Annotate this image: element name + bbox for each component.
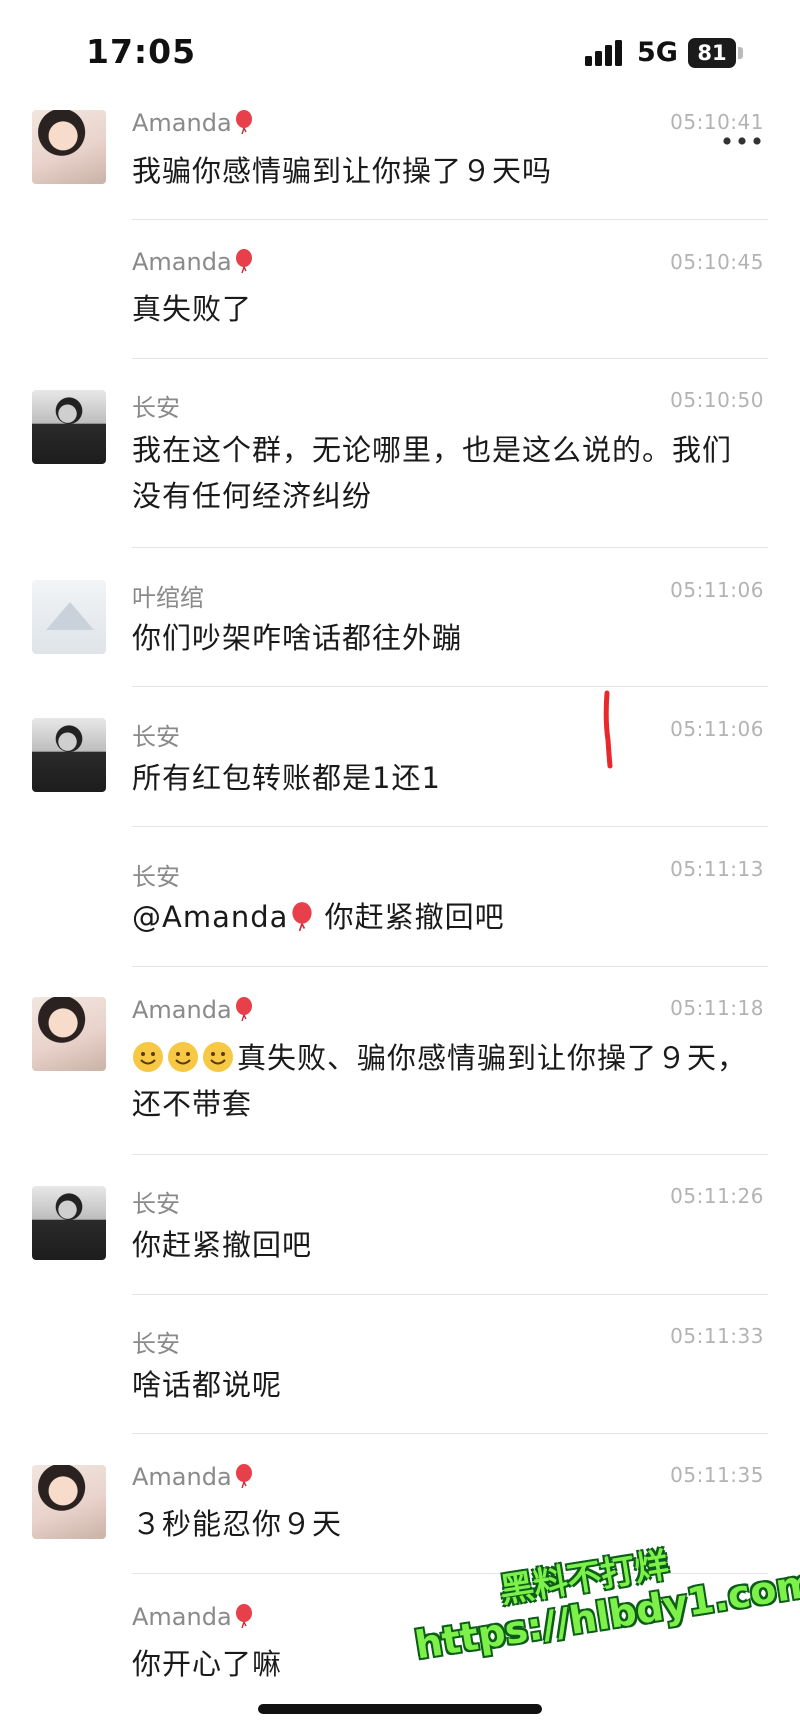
- avatar-amanda[interactable]: [32, 110, 106, 184]
- divider: [132, 1154, 768, 1155]
- sender-name: 叶绾绾: [132, 584, 204, 612]
- sender-name: Amanda: [132, 248, 254, 276]
- message-text: 真失败、骗你感情骗到让你操了９天，还不带套: [132, 1041, 748, 1121]
- timestamp: 05:11:06: [670, 717, 764, 741]
- smile-emoji-icon: [203, 1042, 233, 1072]
- message-text: 你赶紧撤回吧: [132, 1228, 313, 1262]
- timestamp: 05:11:06: [670, 578, 764, 602]
- smile-emoji-icon: [133, 1042, 163, 1072]
- watermark: 黑料不打烊 https://hlbdy1.com: [412, 1545, 800, 1690]
- message-text: 你们吵架咋啥话都往外蹦: [132, 621, 463, 655]
- sender-name: 长安: [132, 863, 180, 891]
- balloon-icon: [235, 1604, 252, 1628]
- divider: [132, 1294, 768, 1295]
- balloon-icon: [235, 110, 252, 134]
- sender-name: 长安: [132, 723, 180, 751]
- timestamp: 05:11:18: [670, 996, 764, 1020]
- sender-name: 长安: [132, 394, 180, 422]
- avatar-ye[interactable]: [32, 580, 106, 654]
- divider: [132, 686, 768, 687]
- avatar-changan[interactable]: [32, 1186, 106, 1260]
- red-annotation-mark: [603, 690, 613, 769]
- sender-name: Amanda: [132, 109, 254, 137]
- message-text: 真失败了: [132, 292, 253, 326]
- message-text: 所有红包转账都是1还1: [132, 761, 441, 795]
- home-indicator[interactable]: [258, 1704, 542, 1714]
- sender-name: Amanda: [132, 996, 254, 1024]
- message-list: Amanda 05:10:41 我骗你感情骗到让你操了９天吗 Amanda 05…: [0, 0, 800, 1729]
- balloon-icon: [235, 249, 252, 273]
- sender-name: 长安: [132, 1330, 180, 1358]
- balloon-icon: [292, 902, 313, 931]
- divider: [132, 826, 768, 827]
- timestamp: 05:11:35: [670, 1463, 764, 1487]
- avatar-changan[interactable]: [32, 390, 106, 464]
- timestamp: 05:10:45: [670, 250, 764, 274]
- avatar-changan[interactable]: [32, 718, 106, 792]
- balloon-icon: [235, 997, 252, 1021]
- message-text: @Amanda 你赶紧撤回吧: [132, 900, 505, 934]
- divider: [132, 966, 768, 967]
- message-text: 啥话都说呢: [132, 1368, 283, 1402]
- sender-name: Amanda: [132, 1463, 254, 1491]
- balloon-icon: [235, 1464, 252, 1488]
- smile-emoji-icon: [168, 1042, 198, 1072]
- timestamp: 05:11:13: [670, 857, 764, 881]
- sender-name: 长安: [132, 1190, 180, 1218]
- timestamp: 05:11:33: [670, 1324, 764, 1348]
- message-text: 我在这个群，无论哪里，也是这么说的。我们没有任何经济纠纷: [132, 433, 733, 513]
- timestamp: 05:11:26: [670, 1184, 764, 1208]
- divider: [132, 1433, 768, 1434]
- divider: [132, 358, 768, 359]
- more-icon[interactable]: [722, 136, 762, 146]
- sender-name: Amanda: [132, 1603, 254, 1631]
- avatar-amanda[interactable]: [32, 997, 106, 1071]
- timestamp: 05:10:41: [670, 110, 764, 134]
- divider: [132, 547, 768, 548]
- mention[interactable]: @Amanda: [132, 900, 288, 934]
- avatar-amanda[interactable]: [32, 1465, 106, 1539]
- divider: [132, 219, 768, 220]
- timestamp: 05:10:50: [670, 388, 764, 412]
- message-text: 我骗你感情骗到让你操了９天吗: [132, 154, 553, 188]
